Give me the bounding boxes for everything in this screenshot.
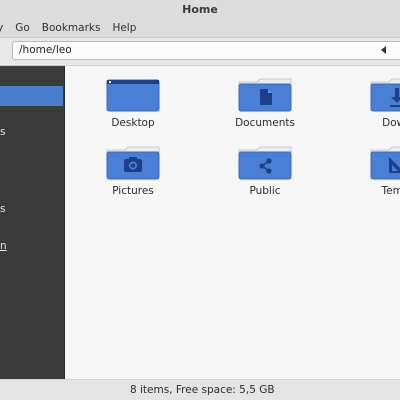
file-name: Public: [249, 185, 281, 197]
public-folder-icon: [238, 146, 292, 180]
desktop-folder-icon: [106, 79, 160, 112]
location-input[interactable]: /home/leo: [12, 41, 400, 60]
sidebar-item-label: s: [0, 126, 6, 138]
title-bar: Home y Go Bookmarks Help: [0, 0, 400, 38]
file-name: Down: [382, 117, 400, 129]
file-manager-window: Home y Go Bookmarks Help /home/leo s s n: [0, 0, 400, 400]
sidebar-item-network[interactable]: n: [0, 236, 64, 256]
file-item-documents[interactable]: Documents: [215, 78, 315, 129]
pictures-folder-icon: [106, 146, 160, 180]
menu-bookmarks[interactable]: Bookmarks: [36, 20, 107, 36]
window-title: Home: [182, 3, 218, 16]
sidebar-item-label: s: [0, 203, 6, 215]
file-name: Documents: [235, 117, 295, 129]
file-name: Templ: [381, 185, 400, 197]
documents-folder-icon: [238, 78, 292, 112]
status-text: 8 items, Free space: 5,5 GB: [130, 384, 275, 396]
file-item-desktop[interactable]: Desktop: [83, 78, 183, 129]
menu-bar: y Go Bookmarks Help: [0, 20, 142, 36]
location-toolbar: /home/leo: [0, 38, 400, 66]
sidebar-item-home[interactable]: [0, 86, 63, 106]
sidebar: s s n: [0, 66, 65, 379]
menu-go[interactable]: Go: [9, 20, 36, 36]
sidebar-item-documents[interactable]: s: [0, 122, 64, 142]
sidebar-item-places[interactable]: s: [0, 199, 64, 219]
downloads-folder-icon: [370, 78, 400, 112]
back-arrow-icon[interactable]: [381, 46, 386, 54]
file-name: Desktop: [111, 117, 155, 129]
file-name: Pictures: [112, 185, 154, 197]
file-item-pictures[interactable]: Pictures: [83, 146, 183, 197]
file-view: Desktop Documents Down: [65, 66, 400, 379]
file-item-downloads[interactable]: Down: [347, 78, 400, 129]
status-bar: 8 items, Free space: 5,5 GB: [0, 379, 400, 400]
menu-view[interactable]: y: [0, 20, 9, 36]
menu-help[interactable]: Help: [106, 20, 142, 36]
templates-folder-icon: [370, 146, 400, 180]
sidebar-item-label: n: [0, 240, 7, 252]
file-item-templates[interactable]: Templ: [347, 146, 400, 197]
file-item-public[interactable]: Public: [215, 146, 315, 197]
